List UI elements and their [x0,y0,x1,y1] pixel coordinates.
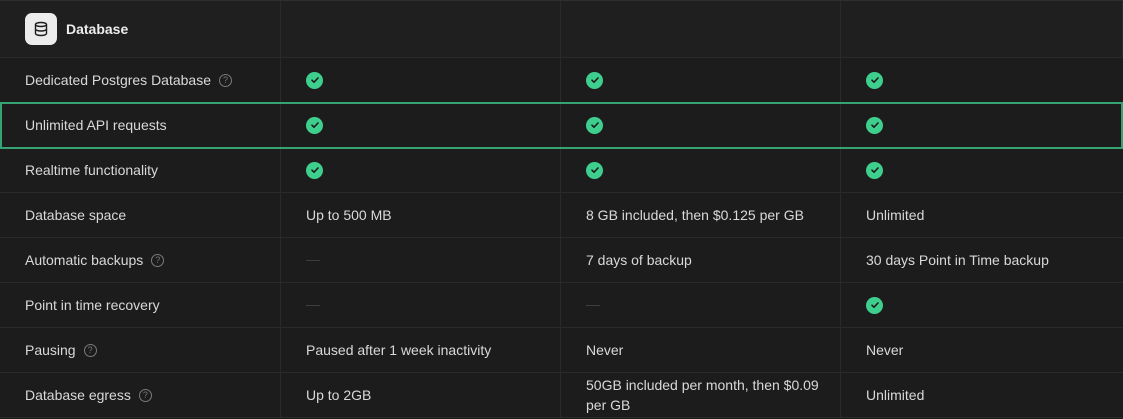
help-circle-icon[interactable]: ? [219,73,232,87]
plan-value-text: Up to 2GB [306,387,372,403]
plan-cell-free: Up to 2GB [281,373,561,417]
dash-icon [586,304,600,306]
section-header: Database [0,1,281,57]
plan-cell-pro: Never [561,328,841,372]
plan-cell-team [841,58,1123,102]
feature-label: Point in time recovery [25,297,160,313]
help-circle-icon[interactable]: ? [83,343,97,357]
table-row: Automatic backups? 7 days of backup 30 day… [0,238,1123,283]
feature-label: Database space [25,207,127,223]
header-cell-team [841,1,1123,57]
pricing-comparison-table: Database Dedicated Postgres Database? Unl… [0,0,1123,419]
plan-value-text: 8 GB included, then $0.125 per GB [586,207,804,223]
help-circle-icon[interactable]: ? [151,253,165,267]
plan-cell-pro: 7 days of backup [561,238,841,282]
plan-value-text: 30 days Point in Time backup [866,252,1049,268]
table-row: Realtime functionality [0,148,1123,193]
plan-value-text: Unlimited [866,387,925,403]
check-circle-icon [306,161,323,179]
database-icon [25,13,57,45]
plan-value-text: Up to 500 MB [306,207,392,223]
table-row: Database egress? Up to 2GB 50GB included p… [0,373,1123,418]
feature-label: Automatic backups [25,252,144,268]
dash-icon [306,304,320,306]
header-cell-free [281,1,561,57]
check-circle-icon [866,296,883,314]
plan-cell-team [841,283,1123,327]
plan-cell-team: Unlimited [841,193,1123,237]
table-row: Point in time recovery [0,283,1123,328]
plan-value-text: Paused after 1 week inactivity [306,342,492,358]
feature-name-cell: Database egress? [0,373,281,417]
feature-label: Database egress [25,387,131,403]
plan-value-text: 50GB included per month, then $0.09 per … [586,377,819,413]
help-circle-icon[interactable]: ? [138,388,152,402]
feature-label: Dedicated Postgres Database [25,72,211,88]
table-row: Database space Up to 500 MB 8 GB included,… [0,193,1123,238]
plan-cell-pro [561,148,841,192]
check-circle-icon [866,71,883,89]
check-circle-icon [306,71,323,89]
plan-cell-team: Never [841,328,1123,372]
check-circle-icon [866,116,883,134]
feature-label: Pausing [25,342,76,358]
feature-name-cell: Unlimited API requests [0,103,281,147]
check-circle-icon [866,161,883,179]
plan-value-text: 7 days of backup [586,252,692,268]
section-header-row: Database [0,0,1123,58]
plan-value-text: Unlimited [866,207,925,223]
feature-name-cell: Realtime functionality [0,148,281,192]
plan-value-text: Never [866,342,904,358]
feature-name-cell: Automatic backups? [0,238,281,282]
section-title: Database [66,21,129,37]
plan-cell-pro: 50GB included per month, then $0.09 per … [561,373,841,417]
plan-cell-free [281,58,561,102]
plan-value-text: Never [586,342,624,358]
plan-cell-free: Paused after 1 week inactivity [281,328,561,372]
plan-cell-pro: 8 GB included, then $0.125 per GB [561,193,841,237]
header-cell-pro [561,1,841,57]
plan-cell-free [281,238,561,282]
plan-cell-pro [561,283,841,327]
plan-cell-team [841,148,1123,192]
check-circle-icon [586,161,603,179]
plan-cell-free: Up to 500 MB [281,193,561,237]
plan-cell-team: 30 days Point in Time backup [841,238,1123,282]
plan-cell-free [281,148,561,192]
feature-name-cell: Dedicated Postgres Database? [0,58,281,102]
plan-cell-team [841,103,1123,147]
feature-label: Realtime functionality [25,162,159,178]
plan-cell-free [281,103,561,147]
table-row: Pausing? Paused after 1 week inactivity Ne… [0,328,1123,373]
check-circle-icon [586,116,603,134]
check-circle-icon [306,116,323,134]
feature-name-cell: Pausing? [0,328,281,372]
plan-cell-pro [561,58,841,102]
plan-cell-pro [561,103,841,147]
plan-cell-team: Unlimited [841,373,1123,417]
feature-label: Unlimited API requests [25,117,167,133]
table-row: Unlimited API requests [0,103,1123,148]
table-row: Dedicated Postgres Database? [0,58,1123,103]
check-circle-icon [586,71,603,89]
plan-cell-free [281,283,561,327]
dash-icon [306,259,320,261]
feature-name-cell: Database space [0,193,281,237]
feature-name-cell: Point in time recovery [0,283,281,327]
